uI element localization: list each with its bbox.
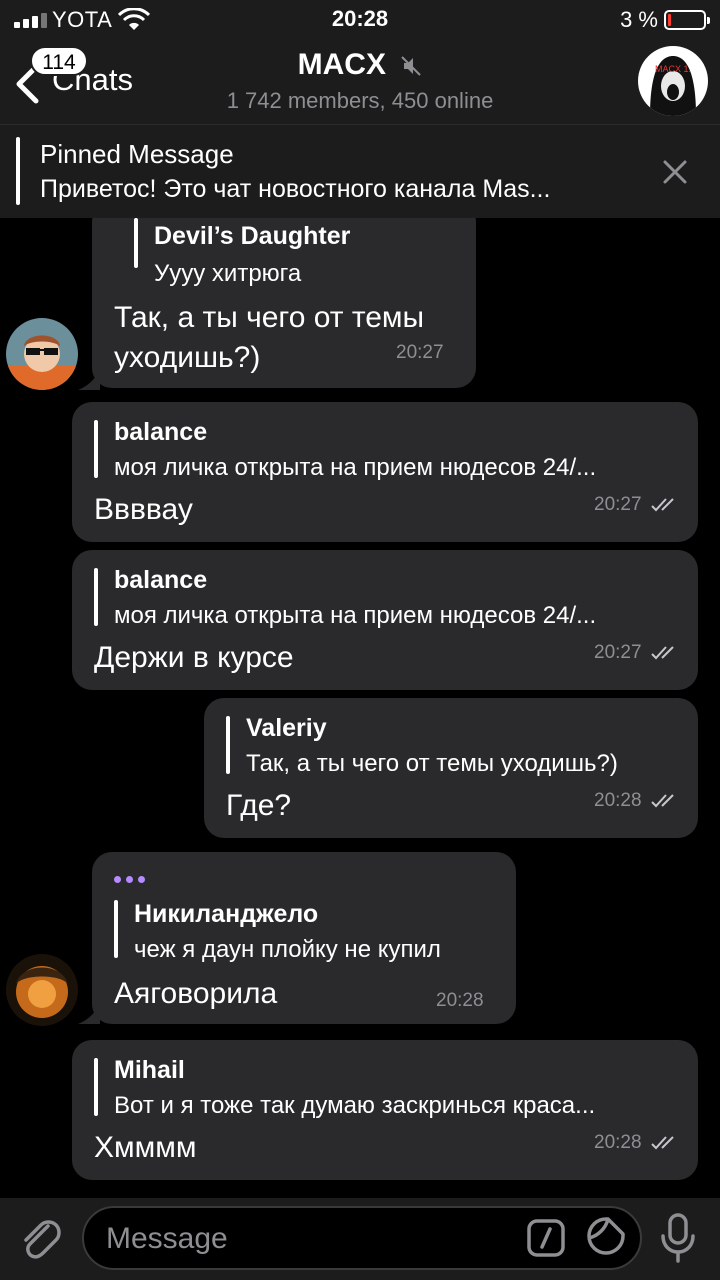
reply-bar xyxy=(94,420,98,478)
pinned-title: Pinned Message xyxy=(40,139,234,169)
message-bubble[interactable]: balance моя личка открыта на прием нюдес… xyxy=(72,550,698,690)
avatar-logo-text: MACX 1. xyxy=(655,64,691,74)
pinned-message[interactable]: Pinned Message Приветос! Это чат новостн… xyxy=(0,124,720,218)
message-text: Где? xyxy=(226,789,292,822)
double-check-icon xyxy=(651,1136,674,1150)
reply-bar xyxy=(226,716,230,774)
reply-author[interactable]: Valeriy xyxy=(246,714,327,743)
reply-author[interactable]: Mihail xyxy=(114,1056,185,1085)
reply-bar xyxy=(114,900,118,958)
message-bubble[interactable]: Devil’s Daughter Уууу хитрюга Так, а ты … xyxy=(92,218,476,388)
battery-percent: 3 % xyxy=(620,7,658,32)
reply-text[interactable]: Вот и я тоже так думаю заскринься краса.… xyxy=(114,1092,678,1120)
reply-author[interactable]: balance xyxy=(114,418,207,447)
chat-subtitle: 1 742 members, 450 online xyxy=(226,88,494,113)
message-time-text: 20:28 xyxy=(594,1132,642,1153)
message-time: 20:27 xyxy=(396,342,444,363)
mute-icon xyxy=(401,56,422,76)
avatar[interactable] xyxy=(6,318,78,390)
reply-text[interactable]: моя личка открыта на прием нюдесов 24/..… xyxy=(114,602,678,630)
message-bubble[interactable]: Mihail Вот и я тоже так думаю заскринься… xyxy=(72,1040,698,1180)
reply-text[interactable]: чеж я даун плойку не купил xyxy=(134,936,504,964)
avatar[interactable] xyxy=(6,954,78,1026)
bubble-tail xyxy=(78,1004,100,1024)
message-text: Держи в курсе xyxy=(94,641,294,674)
chat-header: Chats 114 MACX 1 742 members, 450 online… xyxy=(0,40,720,124)
message-text: Хмммм xyxy=(94,1131,197,1164)
double-check-icon xyxy=(651,646,674,660)
double-check-icon xyxy=(651,794,674,808)
double-check-icon xyxy=(651,498,674,512)
chat-title-text: MACX xyxy=(297,48,386,81)
reply-bar xyxy=(94,1058,98,1116)
message-time-text: 20:27 xyxy=(594,494,642,515)
message-time-text: 20:28 xyxy=(594,790,642,811)
chat-title[interactable]: MACX xyxy=(0,48,720,82)
bot-command-icon[interactable] xyxy=(526,1218,566,1258)
message-text: Аяговорила xyxy=(114,977,278,1010)
message-text: Ввввау xyxy=(94,493,193,526)
close-icon[interactable] xyxy=(662,159,688,185)
pinned-text: Приветос! Это чат новостного канала Mas.… xyxy=(40,175,551,203)
message-time: 20:27 xyxy=(594,642,681,664)
reply-bar xyxy=(134,218,138,268)
bubble-tail xyxy=(78,370,100,390)
paperclip-icon[interactable] xyxy=(18,1214,62,1262)
reply-bar xyxy=(94,568,98,626)
reply-text[interactable]: Так, а ты чего от темы уходишь?) xyxy=(246,750,686,778)
message-time: 20:28 xyxy=(594,1132,681,1154)
reply-author[interactable]: balance xyxy=(114,566,207,595)
sticker-icon[interactable] xyxy=(586,1216,626,1258)
message-bubble[interactable]: balance моя личка открыта на прием нюдес… xyxy=(72,402,698,542)
status-bar: YOTA 20:28 3 % xyxy=(0,0,720,40)
message-time-text: 20:27 xyxy=(594,642,642,663)
hooded-figure-icon: MACX 1. xyxy=(650,56,696,116)
microphone-icon[interactable] xyxy=(660,1212,696,1264)
reply-author[interactable]: Devil’s Daughter xyxy=(154,222,350,251)
message-text-line: Так, а ты чего от темы xyxy=(114,301,425,334)
message-time: 20:27 xyxy=(594,494,681,516)
message-time: 20:28 xyxy=(436,990,484,1011)
reply-text[interactable]: моя личка открыта на прием нюдесов 24/..… xyxy=(114,454,678,482)
user-avatar-icon xyxy=(6,954,78,1026)
message-time: 20:28 xyxy=(594,790,681,812)
reply-author[interactable]: Никиланджело xyxy=(134,900,318,929)
message-input-placeholder: Message xyxy=(106,1222,228,1255)
message-list[interactable]: Devil’s Daughter Уууу хитрюга Так, а ты … xyxy=(0,218,720,1198)
input-bar: Message xyxy=(0,1198,720,1280)
typing-dots xyxy=(114,870,150,888)
message-text: Так, а ты чего от темы уходишь?) xyxy=(114,298,424,378)
pinned-accent-bar xyxy=(16,137,20,205)
message-bubble[interactable]: Никиланджело чеж я даун плойку не купил … xyxy=(92,852,516,1024)
message-text-line: уходишь?) xyxy=(114,341,261,374)
battery-icon xyxy=(664,10,710,30)
status-time: 20:28 xyxy=(331,6,389,31)
message-bubble[interactable]: Valeriy Так, а ты чего от темы уходишь?)… xyxy=(204,698,698,838)
reply-text[interactable]: Уууу хитрюга xyxy=(154,260,454,288)
user-avatar-icon xyxy=(6,318,78,390)
chat-avatar[interactable]: MACX 1. xyxy=(638,46,708,116)
